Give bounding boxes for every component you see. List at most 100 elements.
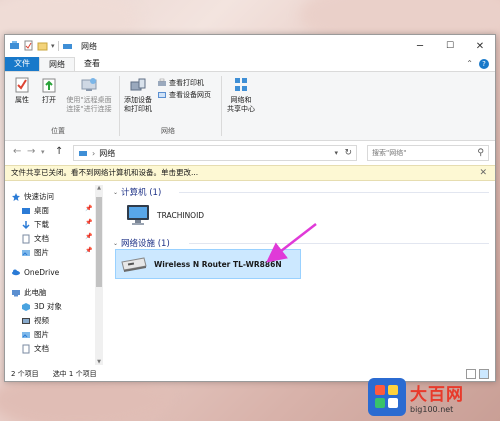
view-printers-button[interactable]: 查看打印机 bbox=[157, 78, 204, 88]
nav-label: OneDrive bbox=[24, 267, 60, 277]
nav-onedrive[interactable]: OneDrive bbox=[11, 267, 59, 277]
nav-pictures[interactable]: 图片 bbox=[21, 247, 49, 258]
computer-name: TRACHINOID bbox=[157, 210, 205, 220]
desktop-icon bbox=[22, 207, 30, 214]
ribbon: 属性 打开 使用"远程桌面 连接"进行连接 位置 添加设备 和打印机 查看打印机… bbox=[5, 71, 495, 141]
group-label-network: 网络 bbox=[161, 127, 175, 135]
group-divider bbox=[179, 192, 489, 193]
properties-qat-icon[interactable] bbox=[23, 40, 34, 51]
tab-network[interactable]: 网络 bbox=[39, 57, 75, 71]
up-icon[interactable]: ↑ bbox=[55, 146, 63, 157]
address-bar[interactable]: › 网络 ▾ ↻ bbox=[73, 145, 357, 161]
network-center-button[interactable]: 网络和 共享中心 bbox=[223, 76, 259, 114]
close-button[interactable]: ✕ bbox=[465, 35, 495, 57]
add-device-label-1: 添加设备 bbox=[124, 96, 152, 104]
maximize-button[interactable]: ☐ bbox=[435, 35, 465, 57]
network-center-label-2: 共享中心 bbox=[227, 105, 255, 113]
computer-item[interactable]: TRACHINOID bbox=[121, 201, 271, 229]
nav-downloads[interactable]: 下载 bbox=[21, 219, 49, 230]
scrollbar-thumb[interactable] bbox=[96, 197, 102, 287]
collapse-ribbon-icon[interactable]: ⌃ bbox=[460, 57, 479, 71]
add-device-button[interactable]: 添加设备 和打印机 bbox=[121, 76, 155, 114]
qat-divider bbox=[57, 40, 59, 51]
network-center-icon bbox=[235, 78, 247, 91]
quick-access-toolbar: ▾ bbox=[9, 40, 73, 51]
nav-pictures-pc[interactable]: 图片 bbox=[21, 329, 49, 340]
customize-qat-icon[interactable]: ▾ bbox=[51, 42, 55, 50]
remote-desktop-label-1: 使用"远程桌面 bbox=[66, 96, 112, 104]
nav-label: 下载 bbox=[34, 220, 49, 229]
router-name: Wireless N Router TL-WR886N bbox=[154, 259, 282, 269]
nav-quick-access[interactable]: 快速访问 bbox=[11, 191, 54, 202]
view-device-webpage-button[interactable]: 查看设备网页 bbox=[157, 90, 211, 100]
remote-desktop-button[interactable]: 使用"远程桌面 连接"进行连接 bbox=[61, 76, 117, 114]
nav-label: 视频 bbox=[34, 316, 49, 325]
properties-label: 属性 bbox=[15, 96, 29, 104]
nav-this-pc[interactable]: 此电脑 bbox=[11, 287, 47, 298]
open-icon bbox=[42, 78, 56, 93]
nav-videos[interactable]: 视频 bbox=[21, 315, 49, 326]
nav-label: 桌面 bbox=[34, 206, 49, 215]
properties-button[interactable]: 属性 bbox=[9, 76, 35, 105]
group-title: 计算机 (1) bbox=[121, 188, 162, 198]
nav-label: 3D 对象 bbox=[34, 302, 62, 311]
collapse-chevron-icon[interactable]: ⌄ bbox=[113, 240, 118, 247]
item-count: 2 个项目 bbox=[11, 370, 39, 378]
nav-documents[interactable]: 文档 bbox=[21, 233, 49, 244]
details-view-icon[interactable] bbox=[466, 369, 476, 379]
pin-icon[interactable]: 📌 bbox=[85, 205, 92, 212]
nav-label: 图片 bbox=[34, 248, 49, 257]
minimize-button[interactable]: ─ bbox=[405, 35, 435, 57]
nav-documents-pc[interactable]: 文档 bbox=[21, 343, 49, 354]
group-header-network-devices[interactable]: ⌄ 网络设施 (1) bbox=[113, 237, 170, 249]
scroll-up-icon[interactable]: ▲ bbox=[95, 185, 103, 191]
back-icon[interactable]: ← bbox=[13, 146, 21, 157]
pin-icon[interactable]: 📌 bbox=[85, 247, 92, 254]
large-icons-view-icon[interactable] bbox=[479, 369, 489, 379]
forward-icon[interactable]: → bbox=[27, 146, 35, 157]
router-icon bbox=[121, 257, 147, 272]
address-path[interactable]: 网络 bbox=[99, 148, 115, 159]
collapse-chevron-icon[interactable]: ⌄ bbox=[113, 189, 118, 196]
document-icon bbox=[22, 344, 30, 353]
refresh-icon[interactable]: ↻ bbox=[344, 148, 352, 158]
infobar-close-icon[interactable]: ✕ bbox=[479, 166, 487, 180]
watermark-url: big100.net bbox=[410, 405, 454, 414]
network-location-icon bbox=[79, 151, 87, 156]
watermark-logo: 大百网 big100.net bbox=[368, 378, 464, 416]
file-sharing-infobar[interactable]: 文件共享已关闭。看不到网络计算机和设备。单击更改... ✕ bbox=[5, 165, 495, 181]
pictures-icon bbox=[22, 249, 30, 256]
scroll-down-icon[interactable]: ▼ bbox=[95, 359, 103, 365]
tab-view[interactable]: 查看 bbox=[75, 57, 109, 71]
navpane-scrollbar[interactable]: ▲ ▼ bbox=[95, 185, 103, 365]
pin-icon[interactable]: 📌 bbox=[85, 219, 92, 226]
ribbon-separator bbox=[221, 76, 222, 136]
network-title-icon bbox=[62, 44, 72, 49]
open-button[interactable]: 打开 bbox=[37, 76, 61, 105]
group-header-computers[interactable]: ⌄ 计算机 (1) bbox=[113, 186, 161, 198]
watermark-text: 大百网 big100.net bbox=[410, 380, 464, 414]
search-input[interactable]: 搜索"网络" ⚲ bbox=[367, 145, 489, 161]
pictures-icon bbox=[22, 331, 30, 338]
remote-desktop-label-2: 连接"进行连接 bbox=[66, 105, 112, 113]
cloud-icon bbox=[12, 269, 20, 276]
view-device-webpage-label: 查看设备网页 bbox=[169, 91, 211, 99]
nav-label: 此电脑 bbox=[24, 288, 47, 297]
open-label: 打开 bbox=[42, 96, 56, 104]
properties-icon bbox=[15, 77, 29, 93]
router-item[interactable]: Wireless N Router TL-WR886N bbox=[115, 249, 301, 279]
remote-desktop-icon bbox=[81, 78, 97, 91]
address-dropdown-icon[interactable]: ▾ bbox=[334, 149, 338, 157]
recent-locations-icon[interactable]: ▾ bbox=[41, 148, 45, 156]
watermark-brand: 大百网 bbox=[410, 385, 464, 405]
pin-icon[interactable]: 📌 bbox=[85, 233, 92, 240]
infobar-text: 文件共享已关闭。看不到网络计算机和设备。单击更改... bbox=[11, 168, 199, 177]
new-folder-qat-icon[interactable] bbox=[37, 40, 48, 51]
nav-desktop[interactable]: 桌面 bbox=[21, 205, 49, 216]
nav-label: 文档 bbox=[34, 344, 49, 353]
tab-file[interactable]: 文件 bbox=[5, 57, 39, 71]
nav-label: 图片 bbox=[34, 330, 49, 339]
view-printers-label: 查看打印机 bbox=[169, 79, 204, 87]
nav-3d-objects[interactable]: 3D 对象 bbox=[21, 301, 62, 312]
help-icon[interactable]: ? bbox=[479, 59, 489, 69]
